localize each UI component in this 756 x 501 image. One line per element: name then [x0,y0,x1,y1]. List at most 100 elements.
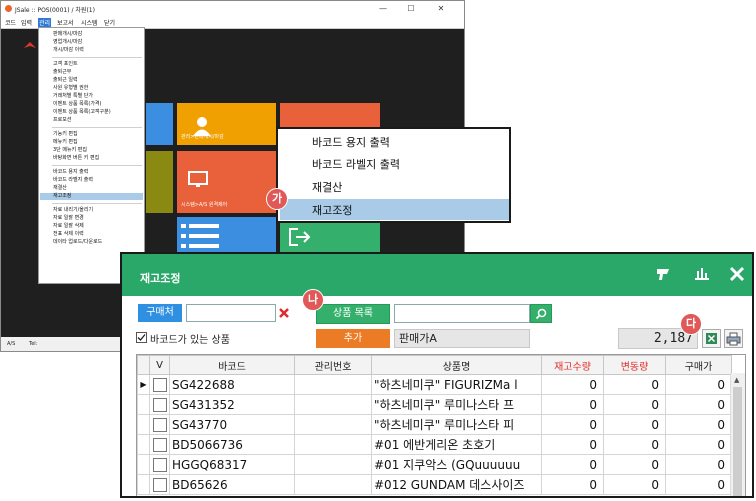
bar-chart-icon[interactable] [692,264,712,284]
menu-item[interactable]: 개시/마감 이력 [53,47,84,54]
menu-item[interactable]: 영업개시/마감 [53,39,82,46]
cell-product-name[interactable]: #01 에반게리온 초호기 [371,434,542,455]
tile-blue-left[interactable] [146,103,173,145]
row-checkbox[interactable] [152,457,167,472]
submenu-recalc[interactable]: 재결산 [312,179,342,195]
row-checkbox[interactable] [152,377,167,392]
submenu-barcode-paper[interactable]: 바코드 용지 출력 [312,134,390,150]
menu-item[interactable]: 데이타 업로드/다운로드 [53,239,102,246]
submenu-inventory-adjust[interactable]: 재고조정 [312,202,352,218]
col-header-barcode[interactable]: 바코드 [169,355,295,375]
table-row[interactable]: HGGQ68317 #01 지쿠악스 (GQuuuuuu 0 0 0 [137,454,732,475]
menu-item[interactable]: 3단 메뉴키 편집 [53,147,87,154]
menu-item[interactable]: 자료 내리기/올리기 [53,207,93,214]
close-button[interactable]: ✕ [431,3,451,15]
cell-cost[interactable]: 0 [665,394,732,415]
cell-stock-qty[interactable]: 0 [541,434,604,455]
cell-product-name[interactable]: #01 지쿠악스 (GQuuuuuu [371,454,542,475]
cell-cost[interactable]: 0 [665,414,732,435]
cell-stock-qty[interactable]: 0 [541,394,604,415]
cell-cost[interactable]: 0 [665,474,732,495]
cell-product-name[interactable]: "하츠네미쿠" FIGURIZMa l [371,374,542,395]
excel-export-button[interactable] [702,329,721,348]
table-row[interactable]: BD65626 #012 GUNDAM 데스사이즈 0 0 0 [137,474,732,495]
menu-item[interactable]: 메뉴키 편집 [53,139,78,146]
cell-stock-qty[interactable]: 0 [541,414,604,435]
menu-item[interactable]: 자료 일괄 삭제 [53,223,84,230]
col-header-change-qty[interactable]: 변동량 [603,355,666,375]
cell-mgmt-no[interactable] [294,454,372,475]
cell-mgmt-no[interactable] [294,374,372,395]
cell-change-qty[interactable]: 0 [603,474,666,495]
cell-barcode[interactable]: BD5066736 [169,434,295,455]
cell-barcode[interactable]: SG43770 [169,414,295,435]
menu-item[interactable]: 바코드 용지 출력 [53,169,88,176]
barcode-only-checkbox[interactable] [136,332,147,343]
scroll-thumb[interactable] [733,387,742,496]
menu-item[interactable]: 바코드 라벨지 출력 [53,177,93,184]
close-icon[interactable] [727,264,747,284]
menu-item[interactable]: 출퇴근 일력 [53,77,78,84]
clear-x-icon[interactable] [278,307,290,319]
cell-mgmt-no[interactable] [294,394,372,415]
tile-exit[interactable] [280,217,380,257]
cell-cost[interactable]: 0 [665,454,732,475]
table-row[interactable]: BD5066736 #01 에반게리온 초호기 0 0 0 [137,434,732,455]
cell-change-qty[interactable]: 0 [603,394,666,415]
buyer-input[interactable] [186,304,276,322]
table-row[interactable]: SG431352 "하츠네미쿠" 루미나스타 프 0 0 0 [137,394,732,415]
row-checkbox[interactable] [152,477,167,492]
cell-stock-qty[interactable]: 0 [541,474,604,495]
menu-item[interactable]: 출퇴근부 [53,69,71,76]
cell-product-name[interactable]: "하츠네미쿠" 루미나스타 프 [371,394,542,415]
menu-item[interactable]: 재결산 [53,185,67,192]
col-header-stock-qty[interactable]: 재고수량 [541,355,604,375]
submenu-barcode-label[interactable]: 바코드 라벨지 출력 [312,156,400,172]
cell-cost[interactable]: 0 [665,374,732,395]
col-header-check[interactable]: V [149,355,170,375]
menu-item-inventory-adjust[interactable]: 재고조정 [40,193,143,200]
row-checkbox[interactable] [152,437,167,452]
menu-item[interactable]: 전표 삭제 이력 [53,231,84,238]
table-row[interactable]: ▶ SG422688 "하츠네미쿠" FIGURIZMa l 0 0 0 [137,374,732,395]
cell-barcode[interactable]: BD65626 [169,474,295,495]
menu-input[interactable]: 입력 [21,18,32,27]
cell-stock-qty[interactable]: 0 [541,454,604,475]
cell-change-qty[interactable]: 0 [603,434,666,455]
tile-sales-open-close[interactable]: 관리>판매개시/마감 [177,103,276,145]
table-row[interactable]: SG43770 "하츠네미쿠" 루미나스타 피 0 0 0 [137,414,732,435]
cell-mgmt-no[interactable] [294,434,372,455]
menu-item[interactable]: 기능키 편집 [53,131,78,138]
menu-item[interactable]: 자료 일괄 변경 [53,215,84,222]
cell-change-qty[interactable]: 0 [603,414,666,435]
col-header-mgmt-no[interactable]: 관리번호 [294,355,372,375]
tile-list[interactable] [177,217,276,257]
menu-manage[interactable]: 관리 [38,18,52,27]
menu-report[interactable]: 보고서 [57,18,74,27]
col-header-cost[interactable]: 구매가 [665,355,732,375]
cell-change-qty[interactable]: 0 [603,454,666,475]
tile-as-remote[interactable]: 시스템>A/S 원격제어 [177,151,276,213]
menu-system[interactable]: 시스템 [81,18,98,27]
add-button[interactable]: 추가 [316,329,390,348]
maximize-button[interactable]: ☐ [401,3,421,15]
cell-change-qty[interactable]: 0 [603,374,666,395]
menu-item[interactable]: 이벤트 상품 목록(가격) [53,101,101,108]
cell-barcode[interactable]: SG422688 [169,374,295,395]
cell-cost[interactable]: 0 [665,434,732,455]
cell-product-name[interactable]: #012 GUNDAM 데스사이즈 [371,474,542,495]
col-header-product-name[interactable]: 상품명 [371,355,542,375]
print-button[interactable] [724,329,743,348]
price-type-field[interactable]: 판매가A [394,329,530,348]
search-button[interactable] [530,304,552,323]
cell-mgmt-no[interactable] [294,414,372,435]
tile-olive-left[interactable] [146,151,173,213]
minimize-button[interactable]: — [373,3,393,15]
menu-item[interactable]: 판매개시/마감 [53,31,82,38]
menu-item[interactable]: 프로모션 [53,117,71,124]
scanner-icon[interactable] [654,264,674,284]
vertical-scrollbar[interactable]: ▲ [730,373,745,496]
row-checkbox[interactable] [152,397,167,412]
cell-stock-qty[interactable]: 0 [541,374,604,395]
menu-item[interactable]: 고객 포인트 [53,61,78,68]
